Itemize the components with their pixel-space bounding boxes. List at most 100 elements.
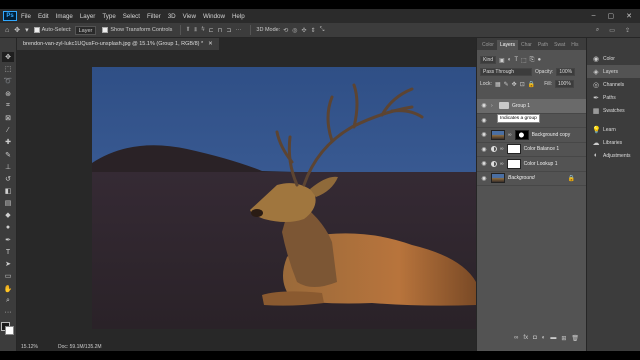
lock-image-icon[interactable]: ✎ xyxy=(504,81,509,88)
add-mask-icon[interactable]: ◘ xyxy=(533,335,537,341)
background-color-swatch[interactable] xyxy=(5,326,14,336)
close-icon[interactable]: ✕ xyxy=(208,41,213,47)
share-icon[interactable]: ⇪ xyxy=(625,27,630,34)
align-right-icon[interactable]: ⊐ xyxy=(226,27,231,34)
brush-tool-icon[interactable]: ✎ xyxy=(2,150,14,160)
layer-color-lookup-1[interactable]: ◉ ∞ Color Lookup 1 xyxy=(477,157,587,172)
hand-tool-icon[interactable]: ✋ xyxy=(2,284,14,294)
eye-icon[interactable]: ◉ xyxy=(480,102,488,109)
document-tab[interactable]: brendon-van-zyl-Iukc1UQusFo-unsplash.jpg… xyxy=(17,38,219,50)
strip-channels[interactable]: ◎ Channels xyxy=(587,78,640,91)
menu-filter[interactable]: Filter xyxy=(147,13,161,20)
3d-slide-icon[interactable]: ⇕ xyxy=(311,27,316,34)
show-transform-checkbox[interactable] xyxy=(102,27,109,33)
zoom-tool-icon[interactable]: ⌕ xyxy=(2,296,14,306)
link-layers-icon[interactable]: ∞ xyxy=(514,335,518,341)
tab-paths[interactable]: Path xyxy=(535,40,551,50)
menu-window[interactable]: Window xyxy=(203,13,225,20)
chevron-right-icon[interactable]: › xyxy=(491,103,496,109)
opacity-input[interactable]: 100% xyxy=(556,68,576,76)
layer-mask-thumbnail[interactable] xyxy=(506,158,521,169)
lock-artboard-icon[interactable]: ⊡ xyxy=(520,81,525,88)
fill-input[interactable]: 100% xyxy=(554,80,574,88)
tab-history[interactable]: His xyxy=(568,40,581,50)
history-brush-tool-icon[interactable]: ↺ xyxy=(2,174,14,184)
align-middle-icon[interactable]: ⫫ xyxy=(194,27,197,34)
eraser-tool-icon[interactable]: ◧ xyxy=(2,186,14,196)
quick-select-tool-icon[interactable]: ⊛ xyxy=(2,89,14,99)
tab-character[interactable]: Char xyxy=(518,40,535,50)
trash-icon[interactable]: 🗑 xyxy=(571,335,579,342)
menu-help[interactable]: Help xyxy=(232,13,245,20)
rectangle-tool-icon[interactable]: ▭ xyxy=(2,271,14,281)
layer-name[interactable]: Color Balance 1 xyxy=(524,146,560,152)
tab-swatches[interactable]: Swat xyxy=(551,40,568,50)
strip-libraries[interactable]: ☁ Libraries xyxy=(587,136,640,149)
layer-group-1[interactable]: ◉ › Group 1 Indicates a group xyxy=(477,99,587,123)
menu-image[interactable]: Image xyxy=(56,13,73,20)
strip-layers[interactable]: ◈ Layers xyxy=(587,65,640,78)
layer-name[interactable]: Background xyxy=(508,175,535,181)
lock-transparent-icon[interactable]: ▦ xyxy=(495,81,501,88)
blur-tool-icon[interactable]: ◆ xyxy=(2,210,14,220)
strip-learn[interactable]: 💡 Learn xyxy=(587,123,640,136)
lasso-tool-icon[interactable]: ➰ xyxy=(2,76,14,86)
layer-background-copy[interactable]: ◉ ∞ Background copy xyxy=(477,128,587,143)
pen-tool-icon[interactable]: ✒ xyxy=(2,235,14,245)
3d-roll-icon[interactable]: ◎ xyxy=(292,27,297,34)
filter-kind-select[interactable]: Kind xyxy=(480,56,497,64)
eye-icon[interactable]: ◉ xyxy=(480,175,488,182)
marquee-tool-icon[interactable]: ⬚ xyxy=(2,64,14,74)
filter-smart-object-icon[interactable]: ⎘ xyxy=(530,57,535,64)
color-swatches[interactable] xyxy=(1,322,15,336)
eye-icon[interactable]: ◉ xyxy=(480,131,488,138)
type-tool-icon[interactable]: T xyxy=(2,247,14,257)
adjustment-layer-icon[interactable]: ◐ xyxy=(542,335,546,341)
filter-type-icon[interactable]: T xyxy=(514,57,518,63)
filter-shape-icon[interactable]: ⬚ xyxy=(521,57,527,64)
lock-position-icon[interactable]: ✥ xyxy=(512,81,517,88)
new-group-icon[interactable]: ▬ xyxy=(550,335,556,341)
layer-name[interactable]: Color Lookup 1 xyxy=(524,161,558,167)
3d-orbit-icon[interactable]: ⟲ xyxy=(283,27,288,34)
filter-pixel-icon[interactable]: ▣ xyxy=(499,57,505,64)
filter-adjustment-icon[interactable]: ◐ xyxy=(508,57,512,63)
3d-pan-icon[interactable]: ✣ xyxy=(302,27,307,34)
layer-mask-thumbnail[interactable] xyxy=(506,144,521,155)
layer-background[interactable]: ◉ Background 🔒 xyxy=(477,172,587,186)
search-icon[interactable]: ⌕ xyxy=(596,27,599,34)
home-icon[interactable]: ⌂ xyxy=(5,27,9,34)
align-bottom-icon[interactable]: ⫩ xyxy=(201,27,204,34)
blend-mode-select[interactable]: Pass Through xyxy=(480,68,532,76)
strip-adjustments[interactable]: ◐ Adjustments xyxy=(587,149,640,162)
gradient-tool-icon[interactable]: ▤ xyxy=(2,198,14,208)
eye-icon[interactable]: ◉ xyxy=(480,146,488,153)
menu-layer[interactable]: Layer xyxy=(80,13,95,20)
layer-name[interactable]: Background copy xyxy=(532,132,571,138)
crop-tool-icon[interactable]: ⌗ xyxy=(2,101,14,111)
layer-color-balance-1[interactable]: ◉ ∞ Color Balance 1 xyxy=(477,143,587,157)
eyedropper-tool-icon[interactable]: ⁄ xyxy=(2,125,14,135)
zoom-level[interactable]: 15.12% xyxy=(21,344,38,350)
more-options-icon[interactable]: ··· xyxy=(235,27,241,33)
move-tool-icon[interactable]: ✥ xyxy=(14,26,20,34)
auto-select-dropdown[interactable]: Layer xyxy=(74,25,97,35)
chevron-down-icon[interactable]: ▾ xyxy=(25,26,29,34)
frame-tool-icon[interactable]: ⊠ xyxy=(2,113,14,123)
tab-color[interactable]: Color xyxy=(479,40,497,50)
strip-color[interactable]: ◉ Color xyxy=(587,52,640,65)
close-button[interactable]: ✕ xyxy=(626,12,632,20)
auto-select-checkbox[interactable] xyxy=(33,27,40,33)
strip-swatches[interactable]: ▦ Swatches xyxy=(587,104,640,117)
align-top-icon[interactable]: ⫪ xyxy=(186,27,189,34)
workspace-icon[interactable]: ▭ xyxy=(609,27,615,34)
filter-toggle-icon[interactable]: ● xyxy=(537,57,541,63)
image-canvas[interactable] xyxy=(92,67,476,329)
3d-scale-icon[interactable]: ⤡ xyxy=(320,27,325,34)
tab-layers[interactable]: Layers xyxy=(496,40,518,50)
maximize-button[interactable]: ▢ xyxy=(608,12,615,20)
menu-type[interactable]: Type xyxy=(102,13,115,20)
minimize-button[interactable]: – xyxy=(592,12,596,20)
menu-select[interactable]: Select xyxy=(123,13,140,20)
menu-view[interactable]: View xyxy=(183,13,196,20)
